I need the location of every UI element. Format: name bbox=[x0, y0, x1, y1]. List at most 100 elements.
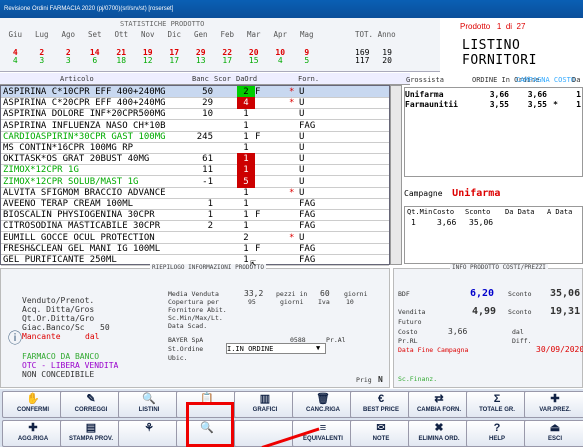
table-row[interactable]: ASPIRINA INFLUENZA NASO CH*10B 1 FAG bbox=[1, 120, 389, 132]
fine-value: 30/09/2020 bbox=[536, 345, 583, 354]
button-label: CAMBIA FORN. bbox=[416, 407, 462, 413]
article-daord: 1 bbox=[243, 109, 249, 120]
stampa-prov-button[interactable]: ▤ STAMPA PROV. bbox=[60, 420, 122, 447]
best-price-button[interactable]: € BEST PRICE bbox=[350, 391, 412, 418]
article-desc: ASPIRINA INFLUENZA NASO CH*10B bbox=[3, 120, 166, 131]
var-prez-button[interactable]: ✚ VAR.PREZ. bbox=[524, 391, 583, 418]
article-desc: ASPIRINA DOLORE INF*20CPR500MG bbox=[3, 109, 166, 120]
article-daord: 2 bbox=[237, 86, 255, 98]
table-row[interactable]: ZIMOX*12CPR 1G 11 1 U bbox=[1, 164, 389, 177]
article-desc: ZIMOX*12CPR 1G bbox=[3, 165, 79, 176]
article-desc: ASPIRINA C*10CPR EFF 400+240MG bbox=[3, 87, 166, 97]
canc-riga-button[interactable]: 🗑 CANC.RIGA bbox=[292, 391, 354, 418]
tot-green: 117 20 bbox=[355, 56, 392, 65]
table-row[interactable]: CARDIOASPIRIN*30CPR GAST 100MG 245 1 F U bbox=[1, 131, 389, 143]
table-row[interactable]: AVEENO TERAP CREAM 100ML 1 1 FAG bbox=[1, 198, 389, 210]
venduto-label: Venduto/Prenot. bbox=[22, 296, 95, 305]
table-row[interactable]: MS CONTIN*16CPR 100MG RP 1 U bbox=[1, 142, 389, 154]
totale-gr-button[interactable]: Σ TOTALE GR. bbox=[466, 391, 528, 418]
listino-da: 1 bbox=[576, 90, 581, 99]
articles-grid[interactable]: ASPIRINA C*10CPR EFF 400+240MG 50 2 F * U ASPI… bbox=[0, 85, 390, 266]
stats-value-green: 3 bbox=[39, 56, 45, 65]
article-desc: EUMILL GOCCE OCUL PROTECTION bbox=[3, 232, 155, 243]
info-title: RIEPILOGO INFORMAZIONI PRODOTTO bbox=[150, 264, 266, 271]
help-button[interactable]: ? HELP bbox=[466, 420, 528, 447]
costo-label: Costo bbox=[398, 328, 418, 336]
campagne-grid[interactable]: Qt.Min Costo Sconto Da Data A Data 1 3,66 35,06 bbox=[404, 206, 583, 264]
pezzi-label: pezzi in bbox=[276, 290, 308, 298]
corregi-button[interactable]: ✎ CORREGGI bbox=[60, 391, 122, 418]
conferma-button[interactable]: ✋ CONFERMI bbox=[2, 391, 64, 418]
article-forn: U bbox=[299, 165, 305, 176]
campagne-header: Campagne Unifarma bbox=[404, 188, 501, 199]
article-forn: FAG bbox=[299, 199, 316, 209]
chevron-down-icon[interactable]: ▼ bbox=[316, 344, 320, 352]
listino-row[interactable]: Unifarma 3,66 3,66 1 bbox=[405, 90, 583, 100]
cambia-forn-button[interactable]: ⇄ CAMBIA FORN. bbox=[408, 391, 470, 418]
campagne-col-header: A Data bbox=[547, 208, 573, 216]
stats-month: Mar bbox=[246, 30, 261, 39]
prig-label: Prig bbox=[356, 376, 372, 384]
stats-month: Ago bbox=[61, 30, 76, 39]
listini-button[interactable]: 🔍 LISTINI bbox=[118, 391, 180, 418]
article-daord: 1 bbox=[243, 131, 249, 142]
listino-mark: * bbox=[553, 100, 558, 109]
article-flag: F bbox=[255, 210, 261, 221]
best-price-icon: € bbox=[377, 393, 385, 405]
nonconc-label: NON CONCEDIBILE bbox=[22, 370, 95, 379]
esci-button[interactable]: ⏏ ESCI bbox=[524, 420, 583, 447]
table-row[interactable]: BIOSCALIN PHYSIOGENINA 30CPR 1 1 F FAG bbox=[1, 209, 389, 222]
table-row[interactable]: EUMILL GOCCE OCUL PROTECTION 2 * U bbox=[1, 232, 389, 244]
table-row[interactable]: ASPIRINA C*10CPR EFF 400+240MG 50 2 F * U bbox=[1, 86, 389, 98]
stats-value-green: 13 bbox=[195, 56, 206, 65]
bayer-label: BAYER SpA bbox=[168, 336, 204, 344]
note-icon: ✉ bbox=[376, 422, 386, 434]
article-forn: U bbox=[299, 187, 305, 198]
var-prez-icon: ✚ bbox=[550, 393, 560, 405]
stordine-select[interactable] bbox=[226, 343, 326, 354]
table-row[interactable]: ALVITA SFIGMOM BRACCIO ADVANCE 1 * U bbox=[1, 187, 389, 199]
button-label: CANC.RIGA bbox=[306, 407, 340, 413]
article-forn: U bbox=[299, 143, 305, 153]
table-row[interactable]: ASPIRINA C*20CPR EFF 400+240MG 29 4 * U bbox=[1, 97, 389, 110]
listino-ordine: 3,55 bbox=[489, 100, 509, 109]
unnamed2-icon: ⚘ bbox=[144, 422, 154, 434]
button-label: GRAFICI bbox=[252, 407, 278, 413]
table-row[interactable]: OKITASK*OS GRAT 20BUST 40MG 61 1 U bbox=[1, 153, 389, 166]
listino-ordine: 3,66 bbox=[489, 90, 509, 99]
giorni2-label: giorni bbox=[280, 298, 304, 306]
acq-label: Acq. Ditta/Gros bbox=[22, 305, 95, 314]
campagne-cell: 35,06 bbox=[469, 218, 494, 227]
table-row[interactable]: CITROSODINA MASTICABILE 30CPR 2 1 FAG bbox=[1, 220, 389, 233]
unnamed3-icon bbox=[235, 421, 295, 435]
article-star: * bbox=[289, 98, 295, 109]
note-button[interactable]: ✉ NOTE bbox=[350, 420, 412, 447]
unnamed3-button[interactable] bbox=[234, 420, 296, 447]
article-banc: 1 bbox=[207, 199, 213, 209]
grafici-button[interactable]: ▥ GRAFICI bbox=[234, 391, 296, 418]
dal-label: dal bbox=[512, 328, 524, 336]
articles-header: Articolo Banc Scor DaOrd Forn. bbox=[0, 73, 410, 85]
table-row[interactable]: ASPIRINA DOLORE INF*20CPR500MG 10 1 U bbox=[1, 108, 389, 121]
elimina-ord-button[interactable]: ✖ ELIMINA ORD. bbox=[408, 420, 470, 447]
agg-riga-button[interactable]: ✚ AGG.RIGA bbox=[2, 420, 64, 447]
grid-scrollbar[interactable] bbox=[390, 85, 402, 265]
vendita-value: 4,99 bbox=[472, 306, 497, 317]
canc-riga-icon: 🗑 bbox=[316, 393, 330, 405]
button-label: CORREGGI bbox=[74, 407, 108, 413]
listino-row[interactable]: Farmaunitii 3,55 3,55 * 1 bbox=[405, 100, 583, 110]
listino-grid[interactable]: Unifarma 3,66 3,66 1 Farmaunitii 3,55 3,55 * 1 bbox=[404, 87, 583, 177]
article-daord: 1 bbox=[243, 120, 249, 131]
table-row[interactable]: FRESH&CLEAN GEL MANI IG 100ML 1 F FAG bbox=[1, 243, 389, 255]
mouse-cursor-icon: ⇱ bbox=[250, 258, 257, 269]
sconto-label: Sconto bbox=[508, 290, 532, 298]
listino-name: Unifarma bbox=[405, 90, 444, 99]
stats-value-green: 3 bbox=[65, 56, 71, 65]
article-desc: ZIMOX*12CPR SOLUB/MAST 1G bbox=[3, 176, 139, 187]
stordine-label: St.Ordine bbox=[168, 345, 204, 353]
pral-label: Pr.Al bbox=[326, 336, 346, 344]
table-row[interactable]: ZIMOX*12CPR SOLUB/MAST 1G -1 5 U bbox=[1, 175, 389, 188]
button-label: ESCI bbox=[547, 436, 562, 442]
article-daord: 2 bbox=[243, 232, 249, 243]
unnamed2-button[interactable]: ⚘ bbox=[118, 420, 180, 447]
